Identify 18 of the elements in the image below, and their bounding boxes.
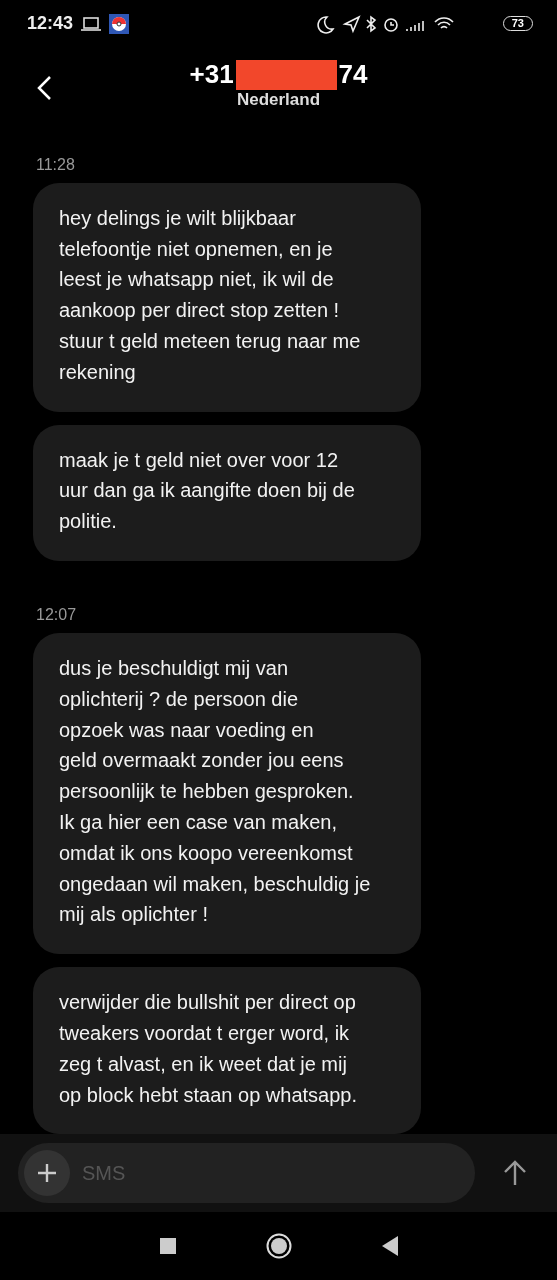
ball-icon — [109, 13, 130, 34]
clock-time: 12:43 — [27, 13, 74, 35]
message-bubble: verwijder die bullshit per direct op tweakers voordat t erger word, ik zeg t alvast, en ik weet dat je mij op block hebt staan op whatsapp. — [33, 967, 421, 1135]
message-bubble: hey delings je wilt blijkbaar telefoontje niet opnemen, en je leest je whatsapp niet, ik wil de aankoop per direct stop zetten ! stuur t geld meteen terug naar me rekening — [33, 182, 421, 412]
contact-country: Nederland — [236, 90, 321, 111]
home-icon[interactable] — [265, 1233, 292, 1259]
add-button[interactable] — [24, 1150, 70, 1197]
message-timestamp: 12:07 — [36, 605, 78, 624]
message-bubble: maak je t geld niet over voor 12 uur dan ga ik aangifte doen bij de politie. — [33, 424, 421, 561]
message-timestamp: 11:28 — [36, 155, 76, 174]
back-icon[interactable] — [36, 75, 52, 102]
back-nav-icon[interactable] — [381, 1236, 398, 1256]
phone-number: 74 — [338, 59, 368, 91]
laptop-icon — [81, 15, 102, 32]
plus-icon — [37, 1163, 57, 1184]
recents-icon[interactable] — [159, 1238, 176, 1254]
phone-number: +31 — [189, 59, 234, 91]
message-bubble: dus je beschuldigt mij van oplichterij ? de persoon die opzoek was naar voeding en geld overmaakt zonder jou eens persoonlijk te hebben gesproken. Ik ga hier een case van maken, omdat ik ons koopo vereenkomst ongedaan wil maken, beschuldig je mij als oplichter ! — [33, 632, 421, 955]
